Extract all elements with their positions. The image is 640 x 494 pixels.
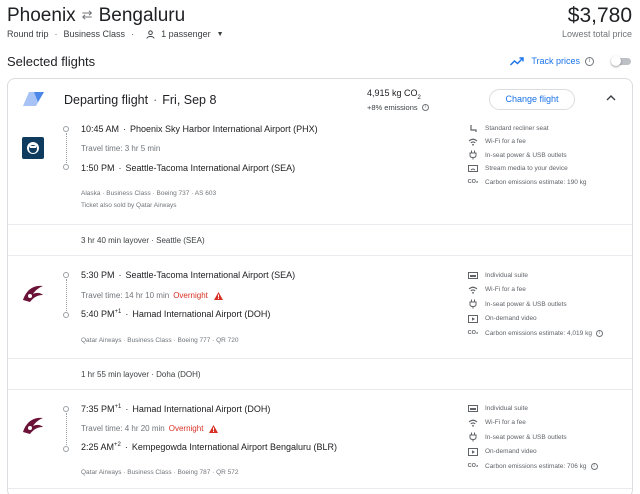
- amenity-item: CO₂ Carbon emissions estimate: 4,019 kg i: [467, 328, 603, 338]
- warning-icon: [209, 424, 219, 433]
- departure-row: 5:30 PM · Seattle-Tacoma International Air…: [81, 270, 296, 280]
- amenities-list: Standard recliner seat Wi-Fi for a fee I…: [467, 123, 587, 187]
- price-note: Lowest total price: [561, 29, 632, 39]
- info-icon[interactable]: i: [585, 56, 594, 66]
- arrival-row: 1:50 PM · Seattle-Tacoma International Air…: [81, 163, 296, 173]
- qatar-airways-logo: [23, 285, 43, 302]
- stream-icon: [467, 164, 479, 173]
- info-icon[interactable]: i: [590, 462, 598, 470]
- amenities-list: Individual suite Wi-Fi for a fee In-seat…: [467, 403, 598, 471]
- destination-city: Bengaluru: [98, 5, 186, 26]
- wifi-icon: [467, 419, 479, 427]
- overnight-label: Overnight: [168, 424, 204, 433]
- travel-time: Travel time: 4 hr 20 min Overnight: [81, 424, 219, 433]
- card-title: Departing flight · Fri, Sep 8: [64, 93, 217, 107]
- co2-icon: CO₂: [467, 463, 479, 469]
- travel-time: Travel time: 14 hr 10 min Overnight: [81, 291, 223, 300]
- track-prices-toggle[interactable]: [611, 56, 633, 66]
- video-icon: [467, 314, 479, 323]
- departure-row: 7:35 PM+1 · Hamad International Airport (D…: [81, 404, 271, 414]
- track-prices-label: Track prices: [531, 56, 580, 66]
- trip-options: Round trip · Business Class · 1 passenge…: [7, 29, 224, 39]
- amenity-item: Wi-Fi for a fee: [467, 418, 598, 428]
- swap-arrows-icon: ⇄: [81, 7, 93, 22]
- amenity-item: Individual suite: [467, 403, 598, 413]
- departure-airport: Hamad International Airport (DOH): [132, 404, 271, 414]
- departure-airport: Phoenix Sky Harbor International Airport…: [130, 124, 318, 134]
- co2-total: 4,915 kg CO2: [367, 88, 421, 101]
- departing-plane-icon: [23, 92, 44, 106]
- amenity-item: In-seat power & USB outlets: [467, 150, 587, 160]
- info-icon[interactable]: i: [595, 329, 603, 337]
- departure-date: Fri, Sep 8: [162, 93, 217, 107]
- wifi-icon: [467, 138, 479, 146]
- departure-row: 10:45 AM · Phoenix Sky Harbor Internationa…: [81, 124, 318, 134]
- flight-details: Qatar Airways · Business Class · Boeing …: [81, 469, 239, 476]
- suite-icon: [467, 404, 479, 412]
- track-prices[interactable]: Track prices i: [510, 56, 594, 66]
- amenity-item: Wi-Fi for a fee: [467, 285, 603, 295]
- alaska-airlines-logo: [22, 137, 44, 159]
- emissions-diff: +8% emissions i: [367, 103, 429, 112]
- selected-flights-heading: Selected flights: [7, 54, 96, 69]
- arrival-row: 2:25 AM+2 · Kempegowda International Airpo…: [81, 442, 337, 452]
- flight-details: Alaska · Business Class · Boeing 737 · A…: [81, 190, 217, 197]
- amenity-item: On-demand video: [467, 447, 598, 457]
- overnight-label: Overnight: [173, 291, 208, 300]
- suite-icon: [467, 271, 479, 279]
- arrival-airport: Seattle-Tacoma International Airport (SE…: [125, 163, 296, 173]
- person-icon: [146, 29, 155, 39]
- video-icon: [467, 447, 479, 456]
- amenity-item: In-seat power & USB outlets: [467, 299, 603, 309]
- amenity-item: Stream media to your device: [467, 164, 587, 174]
- co2-icon: CO₂: [467, 330, 479, 336]
- trip-type: Round trip: [7, 29, 49, 39]
- arrival-airport: Kempegowda International Airport Bengalu…: [131, 442, 337, 452]
- power-icon: [467, 299, 479, 309]
- passenger-selector[interactable]: 1 passenger ▼: [146, 29, 224, 39]
- change-flight-button[interactable]: Change flight: [489, 89, 575, 110]
- arrival-airport: Hamad International Airport (DOH): [132, 309, 271, 319]
- info-icon[interactable]: i: [421, 104, 429, 111]
- chevron-up-icon[interactable]: [606, 94, 616, 101]
- travel-time: Travel time: 3 hr 5 min: [81, 144, 161, 153]
- origin-city: Phoenix: [7, 5, 76, 26]
- wifi-icon: [467, 286, 479, 294]
- seat-icon: [467, 124, 479, 133]
- amenity-item: CO₂ Carbon emissions estimate: 190 kg: [467, 178, 587, 186]
- trending-icon: [510, 56, 525, 65]
- qatar-airways-logo: [23, 417, 43, 434]
- layover-info: 1 hr 55 min layover · Doha (DOH): [81, 370, 201, 379]
- power-icon: [467, 150, 479, 160]
- route-title: Phoenix ⇄ Bengaluru: [7, 5, 185, 27]
- passenger-count: 1 passenger: [161, 29, 211, 39]
- cabin-class: Business Class: [63, 29, 126, 39]
- departure-airport: Seattle-Tacoma International Airport (SE…: [125, 270, 296, 280]
- total-price: $3,780: [567, 4, 632, 27]
- flight-details: Qatar Airways · Business Class · Boeing …: [81, 337, 239, 344]
- amenity-item: On-demand video: [467, 314, 603, 324]
- amenity-item: CO₂ Carbon emissions estimate: 706 kg i: [467, 461, 598, 471]
- layover-info: 3 hr 40 min layover · Seattle (SEA): [81, 236, 205, 245]
- arrival-row: 5:40 PM+1 · Hamad International Airport (D…: [81, 309, 271, 319]
- warning-icon: [213, 291, 223, 300]
- sold-by-note: Ticket also sold by Qatar Airways: [81, 202, 177, 209]
- co2-icon: CO₂: [467, 179, 479, 185]
- amenity-item: In-seat power & USB outlets: [467, 432, 598, 442]
- amenity-item: Individual suite: [467, 270, 603, 280]
- dropdown-caret-icon: ▼: [216, 30, 224, 38]
- amenity-item: Wi-Fi for a fee: [467, 137, 587, 147]
- amenity-item: Standard recliner seat: [467, 123, 587, 133]
- power-icon: [467, 432, 479, 442]
- amenities-list: Individual suite Wi-Fi for a fee In-seat…: [467, 270, 603, 338]
